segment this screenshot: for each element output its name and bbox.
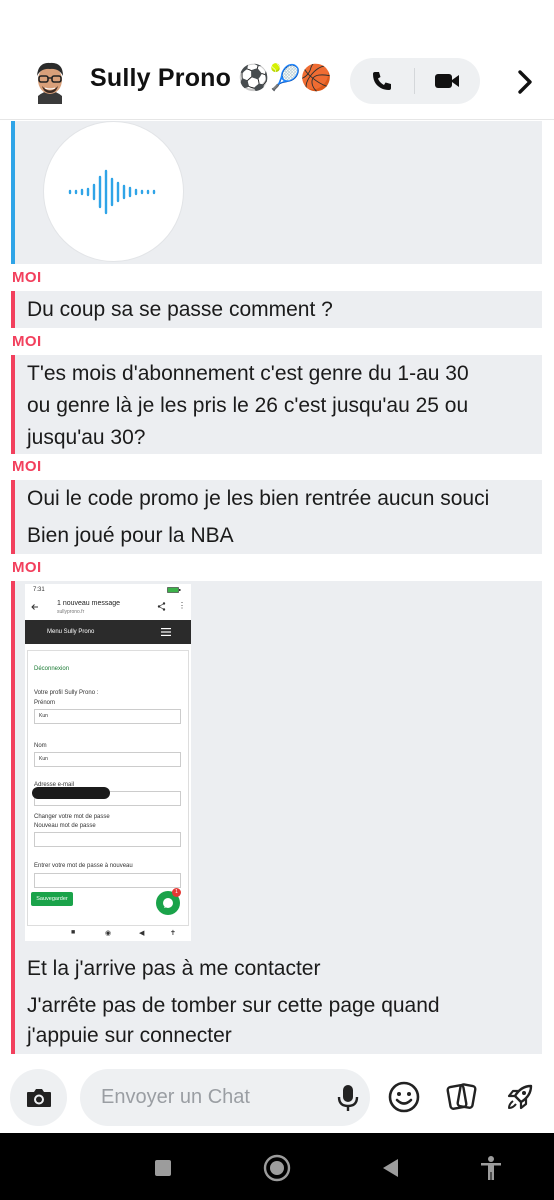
compose-bar	[0, 1055, 554, 1133]
prenom-field: Kun	[34, 709, 181, 724]
message-text: j'appuie sur connecter	[27, 1024, 232, 1047]
phone-call-button[interactable]	[350, 58, 414, 104]
change-password-label: Changer votre mot de passe	[34, 814, 110, 820]
nav-back-icon: ◀	[139, 930, 145, 937]
sender-label: MOI	[12, 458, 42, 475]
chevron-right-icon	[518, 70, 532, 94]
chat-icon	[163, 898, 173, 908]
microphone-icon	[337, 1085, 359, 1111]
screenshot-menu-bar: Menu Sully Prono	[25, 620, 191, 644]
message-text: Du coup sa se passe comment ?	[27, 298, 333, 321]
battery-icon	[167, 587, 181, 593]
accessibility-icon	[481, 1156, 501, 1180]
home-circle-icon	[263, 1154, 291, 1182]
video-camera-icon	[435, 74, 459, 88]
nav-home-icon: ◉	[105, 930, 112, 937]
accessibility-button[interactable]	[476, 1153, 506, 1183]
hamburger-icon	[161, 628, 171, 636]
smiley-icon	[388, 1081, 420, 1113]
microphone-button[interactable]	[334, 1083, 362, 1113]
message-text: jusqu'au 30?	[27, 426, 146, 449]
new-password-field	[34, 832, 181, 847]
voice-note-message[interactable]	[15, 121, 542, 264]
sender-label: MOI	[12, 559, 42, 576]
screenshot-status-bar: 7:31	[25, 584, 191, 596]
home-button[interactable]	[262, 1153, 292, 1183]
nav-accessibility-icon: ✝	[170, 930, 176, 937]
video-call-button[interactable]	[415, 58, 479, 104]
attached-screenshot[interactable]: 7:31 1 nouveau message sullyprono.fr ⋮ M…	[25, 584, 191, 941]
menu-label: Menu Sully Prono	[47, 629, 95, 635]
call-actions	[350, 58, 480, 104]
nom-label: Nom	[34, 743, 47, 749]
notification-url: sullyprono.fr	[57, 609, 85, 615]
repeat-password-label: Entrer votre mot de passe à nouveau	[34, 863, 133, 869]
nom-field: Kun	[34, 752, 181, 767]
camera-icon	[26, 1088, 51, 1107]
logout-link: Déconnexion	[34, 666, 70, 672]
back-triangle-icon	[383, 1159, 398, 1177]
notification-title: 1 nouveau message	[57, 600, 121, 607]
bitmoji-button[interactable]	[384, 1077, 424, 1117]
more-button[interactable]	[508, 62, 542, 102]
sender-label: MOI	[12, 333, 42, 350]
profile-card: Déconnexion Votre profil Sully Prono : P…	[27, 650, 189, 926]
support-chat-bubble: 1	[156, 888, 181, 915]
screenshot-time: 7:31	[33, 587, 45, 593]
message-text: Et la j'arrive pas à me contacter	[27, 957, 321, 980]
camera-button[interactable]	[10, 1069, 67, 1126]
message-text: ou genre là je les pris le 26 c'est jusq…	[27, 394, 469, 417]
memories-button[interactable]	[442, 1077, 482, 1117]
send-rocket-button[interactable]	[500, 1077, 540, 1117]
message-text: T'es mois d'abonnement c'est genre du 1-…	[27, 362, 469, 385]
screenshot-page: Déconnexion Votre profil Sully Prono : P…	[25, 644, 191, 926]
save-button: Sauvegarder	[31, 892, 73, 906]
chat-input[interactable]	[80, 1069, 370, 1126]
message-text: Bien joué pour la NBA	[27, 524, 234, 547]
chat-header: Sully Prono ⚽🎾🏀	[0, 0, 554, 120]
square-icon	[155, 1160, 171, 1176]
new-password-label: Nouveau mot de passe	[34, 823, 96, 829]
contact-name[interactable]: Sully Prono ⚽🎾🏀	[90, 64, 332, 93]
more-vert-icon: ⋮	[178, 601, 186, 610]
voice-note-player[interactable]	[43, 121, 184, 262]
back-button[interactable]	[375, 1153, 405, 1183]
system-navigation-bar	[0, 1133, 554, 1200]
repeat-password-field	[34, 873, 181, 888]
recents-button[interactable]	[148, 1153, 178, 1183]
audio-waveform-icon	[68, 169, 156, 215]
phone-icon	[373, 72, 391, 90]
cards-icon	[446, 1083, 477, 1110]
notification-badge: 1	[172, 888, 181, 897]
share-icon	[157, 602, 166, 611]
prenom-label: Prénom	[34, 700, 56, 706]
redaction-scribble	[32, 787, 110, 799]
nav-square-icon: ■	[71, 929, 76, 936]
message-text: J'arrête pas de tomber sur cette page qu…	[27, 994, 440, 1017]
profile-heading: Votre profil Sully Prono :	[34, 690, 99, 696]
message-text: Oui le code promo je les bien rentrée au…	[27, 487, 490, 510]
chat-thread[interactable]: MOI Du coup sa se passe comment ? MOI T'…	[0, 121, 554, 1054]
sender-label: MOI	[12, 269, 42, 286]
screenshot-nav-bar: ■ ◉ ◀ ✝	[25, 926, 191, 941]
screenshot-notification-bar: 1 nouveau message sullyprono.fr ⋮	[25, 596, 191, 620]
avatar[interactable]	[26, 56, 74, 104]
back-arrow-icon	[31, 604, 38, 610]
rocket-icon	[507, 1084, 533, 1110]
